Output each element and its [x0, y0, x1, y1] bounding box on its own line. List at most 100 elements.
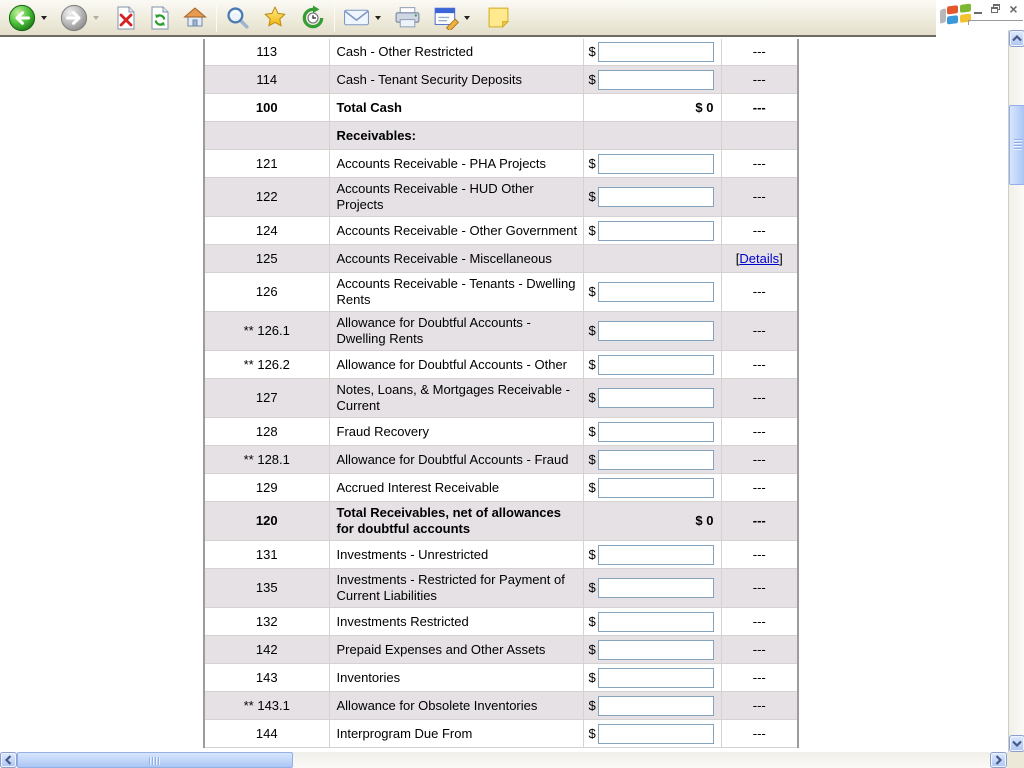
line-number-cell: 126 [204, 273, 329, 312]
table-row: 129Accrued Interest Receivable$--- [204, 474, 798, 502]
mail-button[interactable] [341, 2, 372, 34]
flag-cell: --- [721, 502, 798, 541]
amount-input[interactable] [598, 42, 714, 62]
amount-input[interactable] [598, 70, 714, 90]
restore-button[interactable] [989, 3, 1002, 16]
currency-symbol: $ [589, 547, 596, 563]
line-number-cell: 114 [204, 66, 329, 94]
details-link[interactable]: Details [739, 251, 779, 266]
flag-cell: --- [721, 446, 798, 474]
amount-cell: $ [583, 217, 721, 245]
back-dropdown-icon[interactable] [41, 16, 47, 20]
vertical-scrollbar[interactable] [1008, 30, 1024, 752]
amount-input[interactable] [598, 154, 714, 174]
mail-icon [343, 7, 370, 28]
minimize-button[interactable] [972, 3, 985, 16]
flag-cell: --- [721, 217, 798, 245]
print-button[interactable] [392, 2, 423, 34]
amount-cell [583, 122, 721, 150]
description-cell: Accounts Receivable - PHA Projects [329, 150, 583, 178]
flag-cell: --- [721, 418, 798, 446]
browser-window: × 113Cash - Other Restricted$---114Cash … [0, 0, 1024, 768]
description-cell: Interprogram Due From [329, 720, 583, 748]
amount-input[interactable] [598, 724, 714, 744]
amount-input[interactable] [598, 696, 714, 716]
scroll-down-button[interactable] [1009, 735, 1024, 752]
flag-cell: --- [721, 39, 798, 66]
amount-input[interactable] [598, 450, 714, 470]
page-content: 113Cash - Other Restricted$---114Cash - … [0, 39, 1007, 752]
flag-cell: --- [721, 150, 798, 178]
description-cell: Investments Restricted [329, 608, 583, 636]
amount-input[interactable] [598, 422, 714, 442]
flag-cell: --- [721, 66, 798, 94]
chevron-down-icon [1011, 739, 1023, 748]
table-row: 144Interprogram Due From$--- [204, 720, 798, 748]
amount-cell: $ [583, 664, 721, 692]
refresh-button[interactable] [146, 2, 174, 34]
edit-button[interactable] [431, 2, 461, 34]
table-row: 128Fraud Recovery$--- [204, 418, 798, 446]
titlebar-edge-line [968, 20, 1023, 25]
forward-button[interactable] [58, 2, 90, 34]
close-button[interactable]: × [1007, 3, 1020, 16]
currency-symbol: $ [589, 323, 596, 339]
scroll-right-button[interactable] [990, 752, 1007, 768]
currency-symbol: $ [589, 72, 596, 88]
favorites-button[interactable] [260, 2, 290, 34]
amount-input[interactable] [598, 388, 714, 408]
currency-symbol: $ [589, 44, 596, 60]
amount-input[interactable] [598, 668, 714, 688]
amount-cell: $ [583, 474, 721, 502]
stop-button[interactable] [112, 2, 140, 34]
flag-cell: --- [721, 273, 798, 312]
forward-dropdown-icon[interactable] [93, 16, 99, 20]
table-row: 121Accounts Receivable - PHA Projects$--… [204, 150, 798, 178]
amount-cell: $ [583, 636, 721, 664]
currency-symbol: $ [589, 642, 596, 658]
amount-input[interactable] [598, 282, 714, 302]
amount-input[interactable] [598, 355, 714, 375]
stop-icon [114, 5, 138, 31]
currency-symbol: $ [589, 357, 596, 373]
scrollbar-corner [1007, 752, 1024, 768]
amount-input[interactable] [598, 545, 714, 565]
currency-symbol: $ [589, 424, 596, 440]
line-number-cell: ** 126.2 [204, 351, 329, 379]
edit-dropdown-icon[interactable] [464, 16, 470, 20]
line-number-cell: 142 [204, 636, 329, 664]
table-row: 125Accounts Receivable - Miscellaneous[D… [204, 245, 798, 273]
amount-input[interactable] [598, 478, 714, 498]
windows-logo-tail [940, 8, 946, 24]
description-cell: Total Cash [329, 94, 583, 122]
amount-input[interactable] [598, 578, 714, 598]
line-number-cell: 131 [204, 541, 329, 569]
amount-cell: $ 0 [583, 502, 721, 541]
scroll-left-button[interactable] [0, 752, 17, 768]
search-button[interactable] [223, 2, 252, 34]
line-number-cell: 100 [204, 94, 329, 122]
amount-input[interactable] [598, 221, 714, 241]
back-button[interactable] [6, 2, 38, 34]
mail-dropdown-icon[interactable] [375, 16, 381, 20]
amount-input[interactable] [598, 321, 714, 341]
horizontal-scroll-thumb[interactable] [17, 752, 293, 768]
scroll-up-button[interactable] [1009, 30, 1024, 47]
search-icon [225, 5, 250, 30]
messenger-note-button[interactable] [485, 2, 512, 34]
description-cell: Investments - Restricted for Payment of … [329, 569, 583, 608]
flag-cell: --- [721, 351, 798, 379]
amount-input[interactable] [598, 612, 714, 632]
table-row: 122Accounts Receivable - HUD Other Proje… [204, 178, 798, 217]
table-row: 135Investments - Restricted for Payment … [204, 569, 798, 608]
amount-input[interactable] [598, 187, 714, 207]
home-button[interactable] [180, 2, 210, 34]
flag-cell: --- [721, 541, 798, 569]
table-row: 120Total Receivables, net of allowances … [204, 502, 798, 541]
flag-cell: --- [721, 720, 798, 748]
history-button[interactable] [298, 2, 328, 34]
vertical-scroll-thumb[interactable] [1009, 105, 1024, 185]
horizontal-scrollbar[interactable] [0, 752, 1007, 768]
amount-cell: $ [583, 39, 721, 66]
amount-input[interactable] [598, 640, 714, 660]
